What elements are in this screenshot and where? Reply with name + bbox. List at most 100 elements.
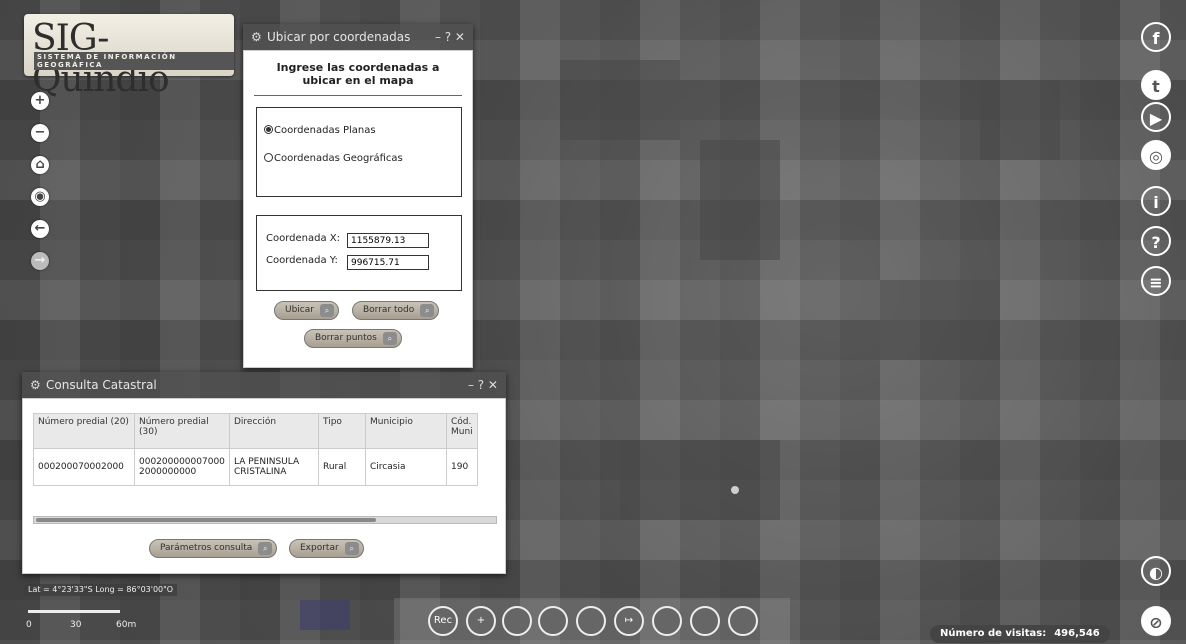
horizontal-scrollbar[interactable] (33, 516, 497, 524)
measure-tool-icon[interactable]: ↦ (614, 606, 644, 636)
youtube-icon[interactable]: ▶ (1141, 102, 1171, 132)
visit-counter: Número de visitas: 496,546 (930, 625, 1110, 643)
map-tile (700, 140, 780, 260)
gear-icon: ⚙ (251, 30, 262, 44)
cursor-coordinates-readout: Lat = 4°23'33"S Long = 86°03'00"O (24, 584, 178, 596)
table-cell: 000200070002000 (33, 448, 135, 486)
column-header[interactable]: Tipo (318, 413, 366, 449)
twitter-icon[interactable]: t (1141, 70, 1171, 100)
map-tile (880, 280, 1000, 360)
results-table: Número predial (20) Número predial (30) … (33, 413, 478, 486)
logo-tagline: SISTEMA DE INFORMACIÓN GEOGRÁFICA (34, 52, 234, 70)
export-button[interactable]: Exportar ⌕ (289, 539, 364, 558)
column-header[interactable]: Dirección (229, 413, 319, 449)
draw-tool-icon[interactable] (538, 606, 568, 636)
gear-icon: ⚙ (30, 378, 41, 392)
coordinate-type-group (256, 107, 462, 197)
print-tool-icon[interactable] (576, 606, 606, 636)
search-icon: ⌕ (319, 304, 334, 317)
locate-button[interactable]: ◉ (31, 188, 49, 206)
table-header-row: Número predial (20) Número predial (30) … (33, 413, 478, 449)
clear-points-button[interactable]: Borrar puntos ⌕ (304, 329, 402, 348)
radio-icon[interactable] (264, 125, 273, 134)
add-tool-icon[interactable]: + (466, 606, 496, 636)
radio-icon[interactable] (264, 153, 273, 162)
y-input[interactable] (347, 255, 429, 270)
record-tool-icon[interactable]: Rec (428, 606, 458, 636)
layers-icon[interactable]: ◐ (1141, 556, 1171, 586)
column-header[interactable]: Municipio (365, 413, 447, 449)
x-label: Coordenada X: (266, 233, 340, 244)
facebook-icon[interactable]: f (1141, 22, 1171, 52)
panel-body: Número predial (20) Número predial (30) … (22, 398, 506, 574)
dialog-body: Ingrese las coordenadas a ubicar en el m… (243, 50, 473, 368)
layers-tool-icon[interactable] (652, 606, 682, 636)
button-label: Borrar todo (363, 305, 415, 315)
button-label: Ubicar (285, 305, 314, 315)
scrollbar-thumb[interactable] (36, 518, 376, 522)
radio-geographic[interactable]: Coordenadas Geográficas (264, 153, 403, 164)
coordinate-locator-dialog: ⚙ Ubicar por coordenadas – ? ✕ Ingrese l… (243, 24, 473, 368)
map-tile (620, 440, 780, 520)
panel-titlebar[interactable]: ⚙ Consulta Catastral – ? ✕ (22, 372, 506, 398)
query-params-button[interactable]: Parámetros consulta ⌕ (149, 539, 278, 558)
locate-coordinates-button[interactable]: Ubicar ⌕ (274, 301, 339, 320)
search-icon: ⌕ (382, 332, 397, 345)
search-icon: ⌕ (420, 304, 435, 317)
radio-label: Coordenadas Planas (274, 125, 376, 136)
table-row[interactable]: 000200070002000 000200000007000 20000000… (33, 448, 478, 486)
cadastral-query-panel: ⚙ Consulta Catastral – ? ✕ Número predia… (22, 372, 506, 574)
map-tile (560, 60, 680, 140)
window-controls[interactable]: – ? ✕ (468, 372, 498, 398)
visit-counter-label: Número de visitas: (940, 628, 1047, 639)
y-label: Coordenada Y: (266, 255, 338, 266)
menu-icon[interactable]: ≡ (1141, 266, 1171, 296)
button-label: Parámetros consulta (160, 543, 253, 553)
window-controls[interactable]: – ? ✕ (435, 24, 465, 50)
table-cell: Rural (318, 448, 366, 486)
panel-title: Consulta Catastral (46, 378, 157, 392)
map-tile (300, 600, 350, 630)
search-icon: ⌕ (258, 542, 273, 555)
search-icon: ⌕ (344, 542, 359, 555)
zoom-out-button[interactable]: − (31, 124, 49, 142)
table-cell: 190 (446, 448, 478, 486)
select-tool-icon[interactable] (502, 606, 532, 636)
dialog-heading: Ingrese las coordenadas a ubicar en el m… (254, 51, 462, 96)
scale-label: 0 (26, 620, 32, 630)
settings-tool-icon[interactable] (690, 606, 720, 636)
dialog-title: Ubicar por coordenadas (267, 30, 411, 44)
column-header[interactable]: Número predial (20) (33, 413, 135, 449)
table-cell: 000200000007000 2000000000 (134, 448, 230, 486)
visit-counter-value: 496,546 (1054, 628, 1100, 639)
table-cell: Circasia (365, 448, 447, 486)
button-label: Exportar (300, 543, 339, 553)
x-input[interactable] (347, 233, 429, 248)
scale-bar-line (28, 610, 120, 613)
scale-bar: 0 30 60m (26, 606, 146, 632)
globe-icon[interactable]: ◎ (1141, 140, 1171, 170)
coordinate-input-group (256, 215, 462, 291)
back-button[interactable]: ← (31, 220, 49, 238)
radio-label: Coordenadas Geográficas (274, 153, 403, 164)
radio-planar[interactable]: Coordenadas Planas (264, 125, 376, 136)
table-cell: LA PENINSULA CRISTALINA (229, 448, 319, 486)
dialog-titlebar[interactable]: ⚙ Ubicar por coordenadas – ? ✕ (243, 24, 473, 50)
zoom-in-button[interactable]: + (31, 92, 49, 110)
info-icon[interactable]: i (1141, 186, 1171, 216)
clear-all-button[interactable]: Borrar todo ⌕ (352, 301, 440, 320)
column-header[interactable]: Cód. Muni (446, 413, 478, 449)
button-label: Borrar puntos (315, 333, 377, 343)
home-button[interactable]: ⌂ (31, 156, 49, 174)
help-icon[interactable]: ? (1141, 226, 1171, 256)
map-tile (980, 80, 1060, 160)
scale-label: 60m (116, 620, 137, 630)
table-tool-icon[interactable] (728, 606, 758, 636)
forward-button[interactable]: → (31, 252, 49, 270)
scale-label: 30 (70, 620, 82, 630)
location-marker (731, 486, 739, 494)
visibility-toggle-icon[interactable]: ⊘ (1141, 606, 1171, 636)
column-header[interactable]: Número predial (30) (134, 413, 230, 449)
app-logo: SIG-Quindío SISTEMA DE INFORMACIÓN GEOGR… (24, 14, 234, 100)
bottom-toolbar: Rec + ↦ (394, 598, 790, 644)
